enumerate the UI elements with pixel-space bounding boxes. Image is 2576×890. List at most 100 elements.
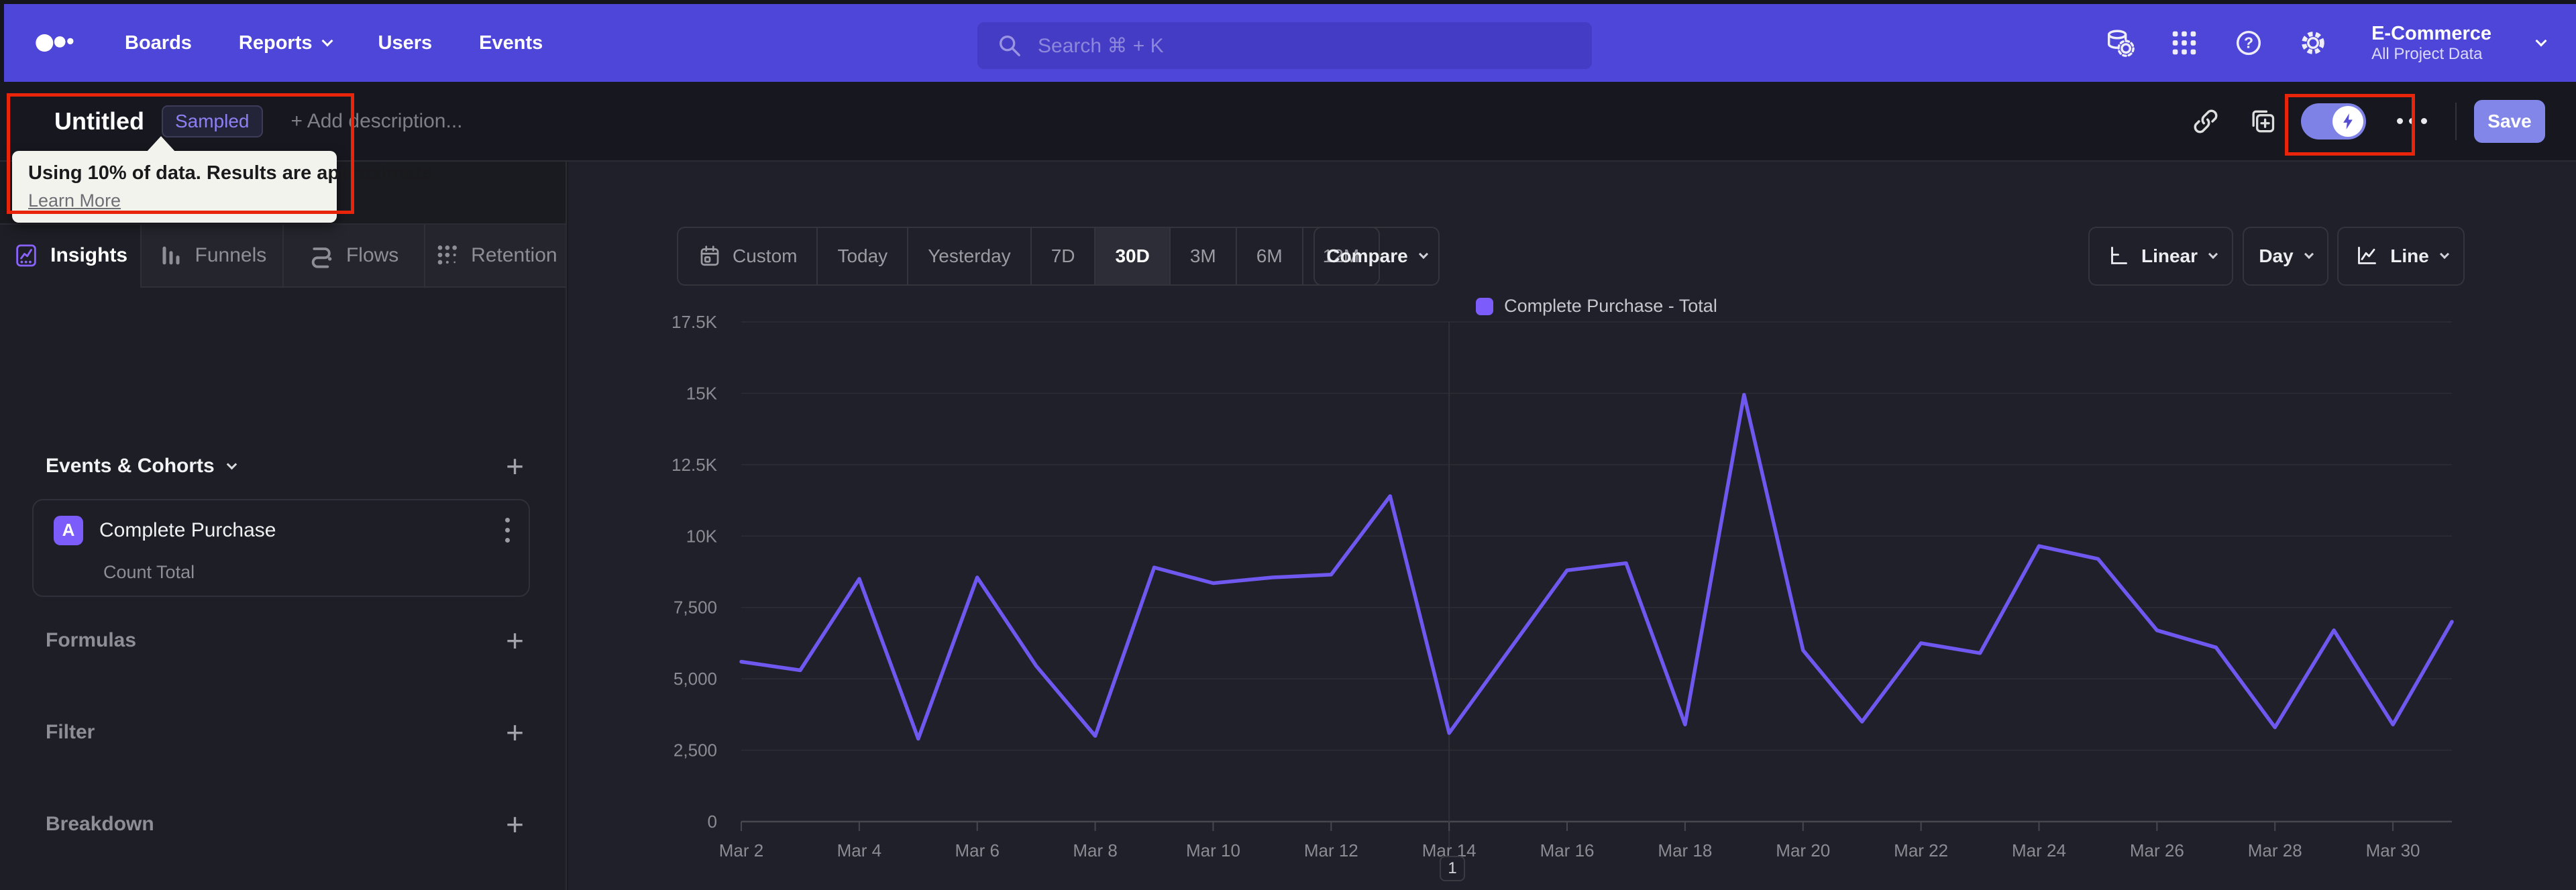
event-card-row: A Complete Purchase [54,515,513,545]
svg-text:Mar 26: Mar 26 [2130,840,2184,860]
event-name: Complete Purchase [99,518,276,541]
nav-item-label: Users [378,32,433,54]
event-letter-badge: A [54,515,83,545]
pagination-page-button[interactable]: 1 [1440,856,1465,881]
tab-flows[interactable]: Flows [282,225,424,288]
chart-panel: Custom Today Yesterday 7D 30D 3M 6M 12M Compare… [568,162,2576,890]
save-button[interactable]: Save [2474,99,2545,143]
svg-text:12.5K: 12.5K [672,455,718,475]
sampled-badge[interactable]: Sampled [161,105,263,137]
more-options-button[interactable] [2397,118,2427,124]
add-filter-button[interactable]: + [506,717,524,748]
svg-text:Mar 18: Mar 18 [1658,840,1712,860]
search-icon [996,32,1023,59]
section-label: Breakdown [46,813,154,835]
svg-text:0: 0 [708,812,717,832]
help-icon[interactable]: ? [2233,27,2264,58]
add-description-field[interactable]: + Add description... [291,110,463,133]
add-event-button[interactable]: + [506,451,524,482]
settings-gear-icon[interactable] [2298,27,2328,58]
svg-text:Mar 4: Mar 4 [837,840,881,860]
events-cohorts-label[interactable]: Events & Cohorts [46,455,215,478]
tab-label: Funnels [195,244,267,266]
tab-label: Insights [50,244,128,266]
svg-text:Mar 22: Mar 22 [1894,840,1948,860]
project-selector[interactable]: E-Commerce All Project Data [2371,23,2491,64]
sampling-tooltip: Using 10% of data. Results are approxima… [12,151,438,223]
svg-text:10K: 10K [686,526,718,546]
svg-text:Mar 20: Mar 20 [1776,840,1830,860]
project-name: E-Commerce [2371,22,2491,44]
apps-grid-icon[interactable] [2169,27,2200,58]
svg-text:Mar 28: Mar 28 [2248,840,2302,860]
search-placeholder: Search ⌘ + K [1038,34,1164,57]
svg-text:Mar 16: Mar 16 [1540,840,1595,860]
chevron-down-icon [226,459,237,469]
svg-text:Mar 2: Mar 2 [719,840,763,860]
insights-icon [13,242,40,269]
svg-text:5,000: 5,000 [674,669,717,689]
svg-text:15K: 15K [686,383,718,403]
svg-text:2,500: 2,500 [674,740,717,761]
data-management-icon[interactable] [2104,27,2135,58]
sampling-toggle[interactable] [2301,103,2366,140]
content-area: Insights Funnels Flows Retention Events & C… [0,162,2576,890]
nav-item-users[interactable]: Users [378,32,433,54]
retention-icon [433,242,460,269]
tab-label: Flows [345,244,399,266]
svg-text:Mar 6: Mar 6 [955,840,999,860]
events-cohorts-header: Events & Cohorts + [46,447,524,485]
svg-text:17.5K: 17.5K [672,312,718,332]
event-options-button[interactable] [502,515,513,545]
add-breakdown-button[interactable]: + [506,809,524,840]
chevron-down-icon [2535,35,2547,47]
report-title[interactable]: Untitled [54,107,144,135]
svg-text:Mar 30: Mar 30 [2366,840,2420,860]
svg-text:7,500: 7,500 [674,598,717,618]
nav-item-label: Reports [238,32,313,54]
section-label: Filter [46,721,95,743]
section-label: Formulas [46,629,137,651]
nav-items: Boards Reports Users Events [125,32,590,54]
search-input[interactable]: Search ⌘ + K [977,22,1592,69]
tab-insights[interactable]: Insights [0,225,141,288]
chevron-down-icon [321,35,333,47]
add-to-board-icon[interactable] [2247,107,2277,136]
nav-item-reports[interactable]: Reports [238,32,333,54]
nav-item-label: Events [479,32,543,54]
svg-text:Mar 12: Mar 12 [1304,840,1358,860]
event-metric[interactable]: Count Total [103,562,195,583]
svg-text:Mar 10: Mar 10 [1186,840,1240,860]
funnels-icon [158,242,184,269]
divider [2455,102,2457,140]
nav-right-cluster: ? E-Commerce All Project Data [2104,23,2547,64]
add-formulas-button[interactable]: + [506,625,524,656]
top-nav: Boards Reports Users Events Search ⌘ + K [4,4,2576,82]
learn-more-link[interactable]: Learn More [28,190,121,211]
event-card[interactable]: A Complete Purchase Count Total [32,499,530,597]
flows-icon [309,242,335,269]
share-link-icon[interactable] [2191,107,2220,136]
report-actions: Save [2191,99,2545,143]
svg-text:?: ? [2244,34,2253,52]
project-scope: All Project Data [2371,44,2483,63]
report-tabs: Insights Funnels Flows Retention [0,223,566,288]
section-filter: Filter + [46,712,524,753]
line-chart-canvas: 0 2,500 5,000 7,500 10K 12.5K 15K 17.5K Mar 2 Mar… [672,312,2454,860]
svg-text:Mar 8: Mar 8 [1073,840,1117,860]
svg-text:Mar 24: Mar 24 [2012,840,2066,860]
section-breakdown: Breakdown + [46,804,524,844]
lightning-bolt-icon [2343,113,2353,129]
tooltip-caret [146,136,176,152]
tab-retention[interactable]: Retention [423,225,566,288]
sidebar: Insights Funnels Flows Retention Events & C… [0,162,567,890]
nav-item-boards[interactable]: Boards [125,32,192,54]
tab-label: Retention [471,244,557,266]
mixpanel-logo-icon[interactable] [35,26,78,60]
tab-funnels[interactable]: Funnels [140,225,282,288]
section-formulas: Formulas + [46,620,524,661]
nav-item-events[interactable]: Events [479,32,543,54]
query-builder-panel: Events & Cohorts + A Complete Purchase C… [0,288,566,890]
tooltip-text: Using 10% of data. Results are approxima… [28,162,438,184]
nav-item-label: Boards [125,32,192,54]
